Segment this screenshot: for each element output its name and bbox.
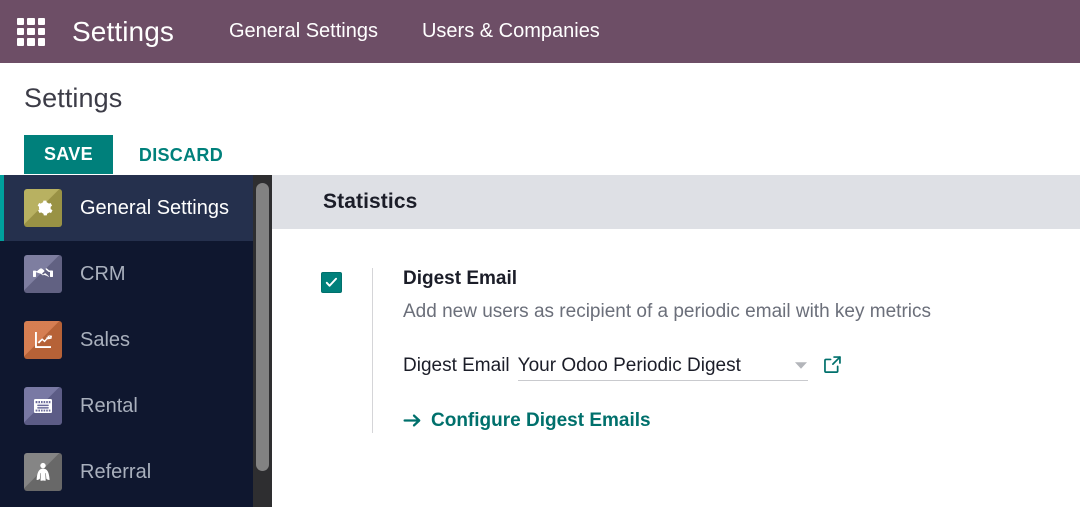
menu-item-users-companies[interactable]: Users & Companies bbox=[404, 14, 618, 49]
save-button[interactable]: SAVE bbox=[24, 135, 113, 174]
grid-cell bbox=[37, 27, 45, 36]
sidebar-item-sales[interactable]: Sales bbox=[0, 307, 272, 373]
grid-cell bbox=[17, 17, 25, 25]
apps-grid-icon[interactable] bbox=[17, 17, 45, 46]
app-brand-title: Settings bbox=[72, 15, 174, 47]
grid-cell bbox=[37, 17, 45, 25]
digest-email-value[interactable]: Your Odoo Periodic Digest bbox=[518, 355, 741, 377]
sidebar-item-label: Rental bbox=[80, 394, 138, 417]
cape-icon bbox=[24, 453, 62, 491]
sidebar-item-label: Sales bbox=[80, 328, 131, 351]
calendar-icon bbox=[24, 387, 62, 425]
section-header-statistics: Statistics bbox=[272, 175, 1080, 229]
grid-cell bbox=[17, 27, 25, 36]
grid-cell bbox=[27, 38, 35, 46]
discard-button[interactable]: DISCARD bbox=[123, 136, 239, 174]
handshake-icon bbox=[24, 255, 62, 293]
external-link-icon[interactable] bbox=[822, 354, 843, 375]
sidebar-item-label: General Settings bbox=[80, 196, 229, 219]
configure-digest-emails-link[interactable]: Configure Digest Emails bbox=[403, 410, 651, 432]
setting-digest-email: Digest Email Add new users as recipient … bbox=[272, 268, 1080, 434]
page-header: Settings SAVE DISCARD bbox=[0, 63, 1080, 175]
setting-body: Digest Email Add new users as recipient … bbox=[372, 268, 932, 434]
grid-cell bbox=[27, 17, 35, 25]
grid-cell bbox=[27, 27, 35, 36]
grid-cell bbox=[17, 38, 25, 46]
sidebar-scrollbar-thumb[interactable] bbox=[256, 183, 269, 471]
sidebar-item-general-settings[interactable]: General Settings bbox=[0, 175, 272, 241]
sidebar-item-crm[interactable]: CRM bbox=[0, 241, 272, 307]
configure-digest-emails-label: Configure Digest Emails bbox=[431, 409, 651, 431]
digest-email-field-row: Digest Email Your Odoo Periodic Digest bbox=[403, 355, 931, 381]
setting-title: Digest Email bbox=[403, 268, 518, 289]
setting-description: Add new users as recipient of a periodic… bbox=[403, 300, 932, 322]
sidebar-scrollbar[interactable] bbox=[253, 175, 272, 507]
sidebar-item-label: CRM bbox=[80, 262, 126, 285]
sidebar-item-referral[interactable]: Referral bbox=[0, 439, 272, 505]
top-menu: General Settings Users & Companies bbox=[215, 14, 618, 49]
section-title: Statistics bbox=[323, 190, 418, 213]
settings-sidebar: General Settings CRM Sales Rental Referr… bbox=[0, 175, 272, 507]
digest-email-field-label: Digest Email bbox=[403, 354, 510, 376]
digest-email-checkbox[interactable] bbox=[321, 272, 342, 293]
menu-item-general-settings[interactable]: General Settings bbox=[215, 14, 396, 49]
top-navbar: Settings General Settings Users & Compan… bbox=[0, 0, 1080, 63]
gear-icon bbox=[24, 189, 62, 227]
sidebar-item-label: Referral bbox=[80, 460, 152, 483]
arrow-right-icon bbox=[403, 413, 422, 428]
action-buttons: SAVE DISCARD bbox=[24, 134, 1080, 175]
page-title: Settings bbox=[24, 83, 123, 113]
chart-up-icon bbox=[24, 321, 62, 359]
digest-email-select[interactable]: Your Odoo Periodic Digest bbox=[517, 355, 808, 381]
content-area: General Settings CRM Sales Rental Referr… bbox=[0, 175, 1080, 507]
checkbox-wrapper bbox=[321, 268, 342, 293]
grid-cell bbox=[37, 38, 45, 46]
sidebar-item-rental[interactable]: Rental bbox=[0, 373, 272, 439]
chevron-down-icon[interactable] bbox=[768, 361, 808, 370]
settings-main-panel: Statistics Digest Email Add new users as… bbox=[272, 175, 1080, 507]
